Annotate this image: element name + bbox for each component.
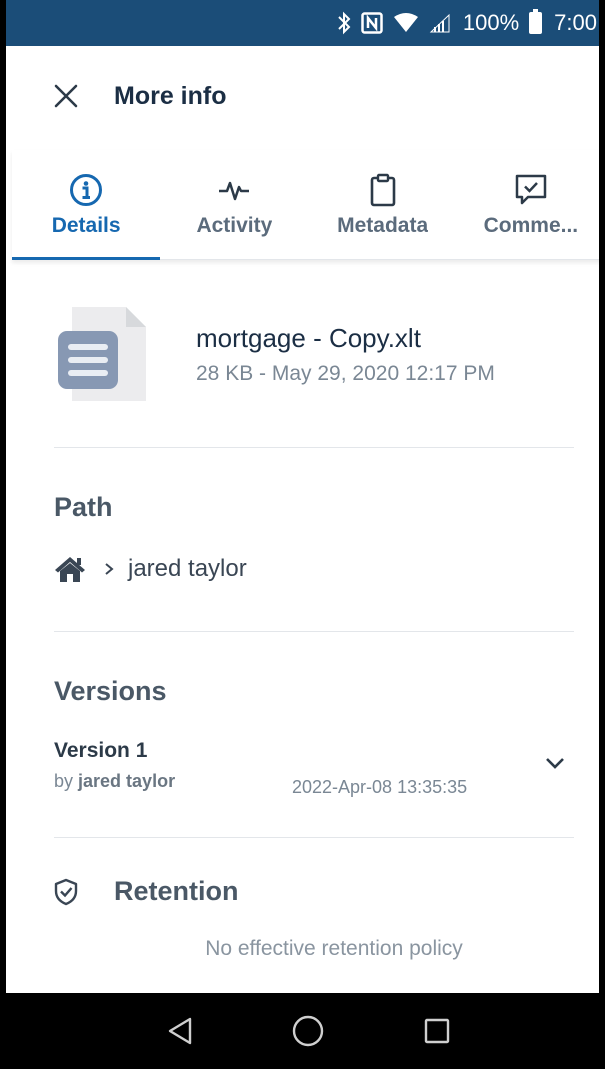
back-button[interactable] — [160, 1011, 200, 1051]
tab-details[interactable]: Details — [12, 150, 161, 260]
wifi-icon — [393, 13, 419, 33]
tab-label: Details — [51, 213, 121, 237]
path-title: Path — [54, 492, 113, 522]
version-name: Version 1 — [54, 739, 148, 762]
header: More info — [12, 46, 599, 146]
version-author-name: jared taylor — [78, 771, 176, 791]
page-title: More info — [114, 81, 227, 110]
battery-icon — [529, 9, 543, 34]
tab-label: Comme... — [483, 213, 579, 237]
activity-icon — [218, 172, 250, 208]
close-icon — [54, 84, 78, 108]
home-icon[interactable] — [54, 555, 86, 583]
breadcrumb[interactable]: jared taylor — [54, 555, 574, 583]
chevron-right-icon — [104, 562, 114, 576]
file-info: mortgage - Copy.xlt 28 KB - May 29, 2020… — [196, 323, 495, 386]
clipboard-icon — [370, 172, 396, 208]
home-button[interactable] — [288, 1011, 328, 1051]
retention-section: Retention No effective retention policy — [54, 838, 574, 961]
version-date: 2022-Apr-08 13:35:35 — [292, 777, 468, 797]
retention-message: No effective retention policy — [205, 937, 463, 960]
home-circle-icon — [293, 1015, 324, 1047]
file-summary: mortgage - Copy.xlt 28 KB - May 29, 2020… — [54, 262, 574, 448]
version-by-prefix: by — [54, 771, 74, 791]
info-icon — [69, 172, 103, 208]
status-bar: 100% 7:00 — [6, 0, 599, 46]
shield-check-icon — [54, 878, 78, 906]
tab-label: Activity — [196, 213, 273, 237]
comment-check-icon — [514, 172, 548, 208]
versions-title: Versions — [54, 676, 167, 706]
recents-button[interactable] — [417, 1011, 457, 1051]
tab-activity[interactable]: Activity — [160, 150, 308, 259]
signal-icon — [429, 13, 451, 33]
tab-comments[interactable]: Comme... — [457, 150, 599, 259]
nfc-icon — [361, 12, 383, 34]
path-section: Path jared taylor — [54, 448, 574, 632]
file-meta: 28 KB - May 29, 2020 12:17 PM — [196, 362, 495, 385]
bluetooth-icon — [337, 11, 351, 35]
retention-title: Retention — [114, 876, 239, 906]
status-time: 7:00 — [554, 10, 597, 35]
path-folder-link[interactable]: jared taylor — [128, 555, 247, 583]
app-frame: 100% 7:00 More info Details Activity Met… — [0, 0, 605, 1069]
file-name: mortgage - Copy.xlt — [196, 323, 421, 353]
details-panel: mortgage - Copy.xlt 28 KB - May 29, 2020… — [54, 262, 574, 961]
document-icon — [56, 305, 148, 405]
retention-header: Retention — [54, 876, 574, 907]
recents-square-icon — [424, 1018, 450, 1044]
system-nav-bar — [6, 993, 599, 1069]
versions-section: Versions Version 1 by jared taylor 2022-… — [54, 632, 574, 838]
tab-metadata[interactable]: Metadata — [309, 150, 457, 259]
battery-percent: 100% — [462, 10, 520, 35]
tab-label: Metadata — [337, 213, 429, 237]
chevron-down-icon — [546, 758, 564, 769]
tab-bar: Details Activity Metadata Comme... — [12, 150, 599, 260]
close-button[interactable] — [36, 66, 96, 126]
version-expand-button[interactable] — [540, 748, 570, 778]
back-triangle-icon — [168, 1017, 192, 1045]
